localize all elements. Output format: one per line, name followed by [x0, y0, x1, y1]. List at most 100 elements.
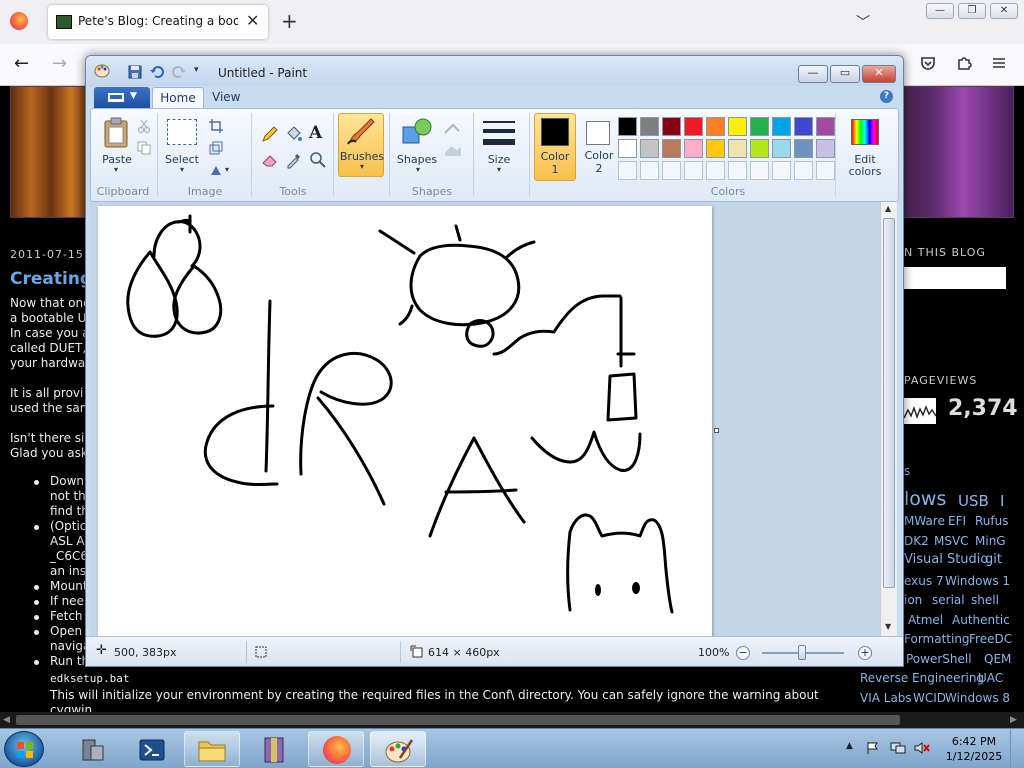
- scroll-up-icon[interactable]: ▲: [885, 204, 891, 213]
- color2-button[interactable]: Color 2: [578, 113, 620, 181]
- customize-qat-icon[interactable]: ▾: [194, 65, 199, 75]
- back-arrow-icon[interactable]: ←: [14, 53, 29, 74]
- scroll-left-icon[interactable]: ◀: [3, 715, 10, 725]
- page-horizontal-scrollbar[interactable]: ◀ ▶: [0, 712, 1024, 728]
- chevron-down-icon[interactable]: ▾: [225, 165, 229, 174]
- palette-swatch[interactable]: [640, 117, 659, 136]
- canvas-vertical-scrollbar[interactable]: ▲ ▼: [880, 202, 897, 636]
- paint-title-bar[interactable]: ▾ Untitled - Paint — ▭ ✕: [86, 56, 903, 86]
- palette-swatch[interactable]: [706, 139, 725, 158]
- label-tag[interactable]: exus 7: [904, 574, 944, 588]
- label-tag[interactable]: Windows 1: [945, 574, 1010, 588]
- fill-icon[interactable]: [443, 143, 463, 157]
- paint-close-button[interactable]: ✕: [862, 65, 896, 83]
- post-title[interactable]: Creating: [10, 269, 92, 289]
- label-tag[interactable]: lows: [904, 488, 946, 510]
- palette-swatch[interactable]: [772, 117, 791, 136]
- label-tag[interactable]: FreeDC: [969, 632, 1012, 646]
- palette-swatch-empty[interactable]: [684, 161, 703, 180]
- label-tag[interactable]: ion: [904, 593, 922, 607]
- label-tag[interactable]: QEM: [984, 652, 1011, 666]
- chevron-down-icon[interactable]: ▾: [413, 165, 423, 174]
- eraser-icon[interactable]: [261, 151, 279, 169]
- tab-view[interactable]: View: [212, 90, 240, 104]
- drawing-canvas[interactable]: [98, 206, 712, 636]
- taskbar-explorer[interactable]: [184, 731, 240, 767]
- start-button[interactable]: [4, 731, 44, 767]
- palette-swatch[interactable]: [794, 117, 813, 136]
- taskbar-powershell[interactable]: [124, 731, 180, 767]
- taskbar-firefox[interactable]: [308, 731, 364, 767]
- palette-swatch[interactable]: [816, 139, 835, 158]
- zoom-out-button[interactable]: −: [736, 646, 750, 660]
- palette-swatch[interactable]: [618, 117, 637, 136]
- tab-home[interactable]: Home: [152, 87, 204, 109]
- new-tab-button[interactable]: +: [281, 9, 298, 33]
- paint-app-icon[interactable]: [94, 62, 110, 78]
- label-tag[interactable]: serial: [932, 593, 965, 607]
- scroll-down-icon[interactable]: ▼: [885, 622, 891, 631]
- blog-search-input[interactable]: [904, 267, 1006, 289]
- scrollbar-thumb[interactable]: [16, 715, 900, 725]
- resize-icon[interactable]: [209, 141, 223, 155]
- show-desktop-button[interactable]: [1010, 729, 1024, 768]
- palette-swatch[interactable]: [728, 117, 747, 136]
- label-tag[interactable]: shell: [971, 593, 999, 607]
- label-tag[interactable]: PowerShell: [906, 652, 972, 666]
- label-tag[interactable]: I: [1000, 492, 1004, 510]
- label-tag[interactable]: UAC: [978, 671, 1003, 685]
- palette-swatch-empty[interactable]: [750, 161, 769, 180]
- crop-icon[interactable]: [209, 119, 223, 133]
- palette-swatch[interactable]: [794, 139, 813, 158]
- palette-swatch[interactable]: [706, 117, 725, 136]
- pocket-icon[interactable]: [919, 54, 937, 72]
- forward-arrow-icon[interactable]: →: [52, 53, 67, 74]
- firefox-logo-icon[interactable]: [10, 12, 28, 30]
- label-tag[interactable]: Formatting: [904, 632, 970, 646]
- help-icon[interactable]: ?: [880, 90, 893, 103]
- taskbar-archive-tool[interactable]: [246, 731, 302, 767]
- label-tag[interactable]: s: [904, 464, 910, 478]
- brushes-button[interactable]: Brushes ▾: [338, 113, 384, 177]
- action-center-flag-icon[interactable]: [866, 741, 880, 755]
- copy-icon[interactable]: [137, 141, 151, 155]
- label-tag[interactable]: MWare: [904, 514, 945, 528]
- outline-icon[interactable]: [443, 121, 463, 135]
- palette-swatch[interactable]: [684, 117, 703, 136]
- palette-swatch[interactable]: [750, 139, 769, 158]
- label-tag[interactable]: WCID: [913, 691, 946, 705]
- label-tag[interactable]: Rufus: [975, 514, 1009, 528]
- tab-close-icon[interactable]: ✕: [246, 11, 259, 30]
- browser-close-button[interactable]: ✕: [990, 3, 1018, 19]
- pencil-icon[interactable]: [261, 125, 279, 143]
- palette-swatch-empty[interactable]: [640, 161, 659, 180]
- chevron-down-icon[interactable]: ▾: [177, 165, 187, 174]
- label-tag[interactable]: VIA Labs: [860, 691, 912, 705]
- extensions-puzzle-icon[interactable]: [955, 54, 973, 72]
- color-picker-icon[interactable]: [285, 151, 303, 169]
- canvas-resize-handle[interactable]: [714, 428, 719, 433]
- palette-swatch[interactable]: [618, 139, 637, 158]
- taskbar-server-manager[interactable]: [62, 731, 118, 767]
- paste-icon[interactable]: [103, 117, 131, 149]
- browser-minimize-button[interactable]: —: [926, 3, 954, 19]
- palette-swatch[interactable]: [662, 117, 681, 136]
- redo-icon[interactable]: [172, 65, 186, 79]
- label-tag[interactable]: DK2: [904, 534, 929, 548]
- zoom-slider-thumb[interactable]: [798, 645, 806, 660]
- save-icon[interactable]: [128, 65, 142, 79]
- palette-swatch[interactable]: [816, 117, 835, 136]
- palette-swatch[interactable]: [684, 139, 703, 158]
- palette-swatch[interactable]: [662, 139, 681, 158]
- chevron-down-icon[interactable]: ▾: [111, 165, 121, 174]
- rotate-icon[interactable]: [209, 163, 223, 177]
- palette-swatch-empty[interactable]: [662, 161, 681, 180]
- palette-swatch-empty[interactable]: [728, 161, 747, 180]
- browser-maximize-button[interactable]: ❐: [958, 3, 986, 19]
- paint-maximize-button[interactable]: ▭: [830, 65, 860, 83]
- label-tag[interactable]: MSVC: [934, 534, 969, 548]
- zoom-in-button[interactable]: +: [858, 646, 872, 660]
- list-all-tabs-button[interactable]: ﹀: [856, 12, 870, 32]
- palette-swatch[interactable]: [640, 139, 659, 158]
- size-control[interactable]: Size ▾: [477, 109, 527, 203]
